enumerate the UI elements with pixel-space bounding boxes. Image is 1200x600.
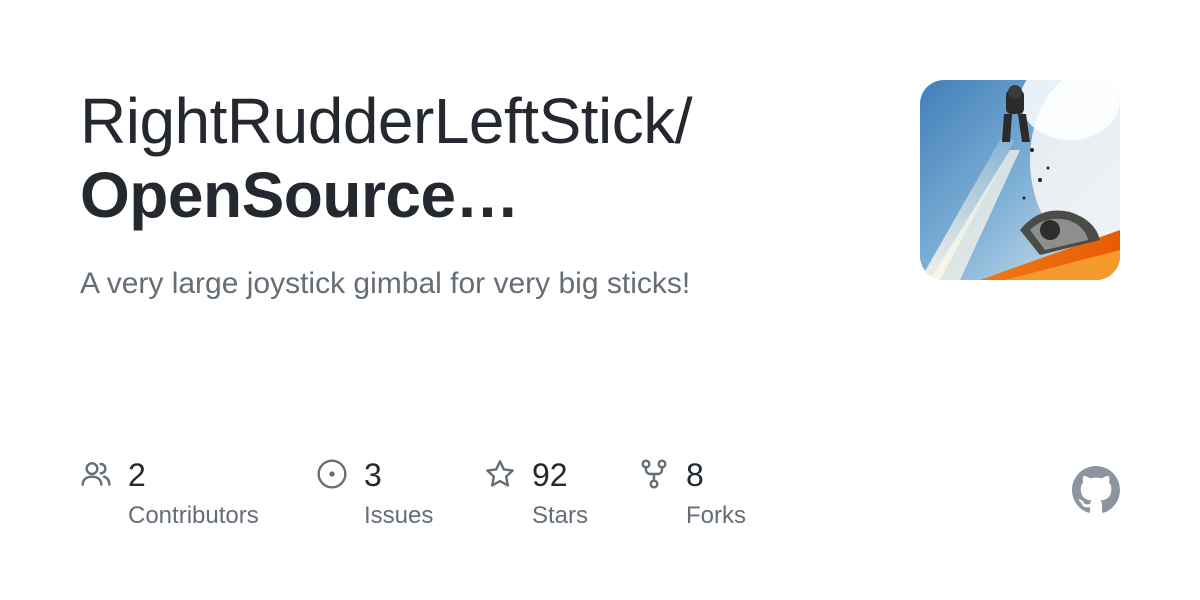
owner-avatar[interactable] xyxy=(920,80,1120,280)
stars-label: Stars xyxy=(532,502,589,529)
star-icon xyxy=(486,460,514,487)
stars-count: 92 xyxy=(532,457,568,493)
avatar-image xyxy=(920,80,1120,280)
forks-count: 8 xyxy=(686,457,704,493)
repository-owner[interactable]: RightRudderLeftStick/ xyxy=(80,84,880,158)
repo-forked-icon xyxy=(641,459,667,489)
issues-label: Issues xyxy=(364,502,434,529)
issues-count: 3 xyxy=(364,457,382,493)
forks-label: Forks xyxy=(686,502,746,529)
github-mark-icon[interactable] xyxy=(1072,466,1120,514)
people-icon xyxy=(81,462,111,486)
issue-opened-icon xyxy=(317,459,347,489)
contributors-label: Contributors xyxy=(128,502,259,529)
contributors-count: 2 xyxy=(128,457,146,493)
repository-description: A very large joystick gimbal for very bi… xyxy=(80,267,691,300)
repository-name[interactable]: OpenSource-... xyxy=(80,158,520,232)
repository-title[interactable]: RightRudderLeftStick/ OpenSource-... xyxy=(80,84,880,232)
repository-social-card: RightRudderLeftStick/ OpenSource-... A v… xyxy=(0,0,1200,600)
